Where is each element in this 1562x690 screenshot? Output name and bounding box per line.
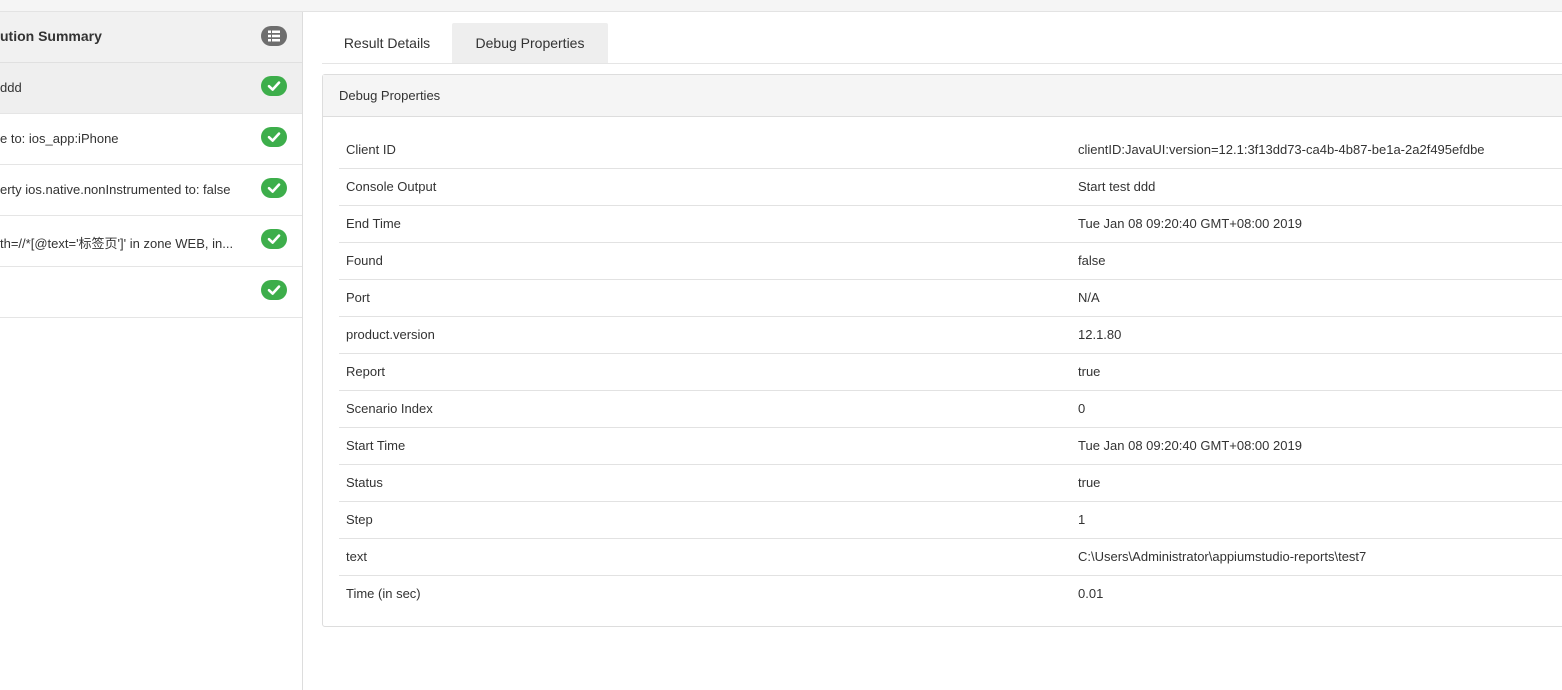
step-label: e to: ios_app:iPhone [0,131,119,146]
property-key: Console Output [339,168,1071,206]
check-icon [261,178,287,198]
property-value: 0 [1071,390,1562,428]
property-value: Tue Jan 08 09:20:40 GMT+08:00 2019 [1071,427,1562,465]
step-label: erty ios.native.nonInstrumented to: fals… [0,182,231,197]
table-row: Start Time Tue Jan 08 09:20:40 GMT+08:00 … [339,427,1562,465]
table-row: Console Output Start test ddd [339,168,1562,206]
property-value: true [1071,464,1562,502]
property-key: Report [339,353,1071,391]
table-row: Scenario Index 0 [339,390,1562,428]
step-item[interactable]: e to: ios_app:iPhone [0,114,302,165]
table-row: Time (in sec) 0.01 [339,575,1562,612]
tab-result-details[interactable]: Result Details [322,23,452,63]
property-key: End Time [339,205,1071,243]
step-item[interactable]: ddd [0,63,302,114]
property-value: 12.1.80 [1071,316,1562,354]
property-value: false [1071,242,1562,280]
tab-bar: Result Details Debug Properties [322,23,1562,64]
property-value: clientID:JavaUI:version=12.1:3f13dd73-ca… [1071,131,1562,169]
table-row: product.version 12.1.80 [339,316,1562,354]
step-label: th=//*[@text='标签页']' in zone WEB, in... [0,236,234,251]
property-key: Port [339,279,1071,317]
property-key: Start Time [339,427,1071,465]
table-row: Client ID clientID:JavaUI:version=12.1:3f… [339,131,1562,169]
table-row: Port N/A [339,279,1562,317]
property-value: Start test ddd [1071,168,1562,206]
main-content: Result Details Debug Properties Debug Pr… [303,12,1562,690]
property-key: text [339,538,1071,576]
check-icon [261,280,287,300]
step-list: ddd e to: ios_app:iPhone erty ios.native… [0,63,302,318]
property-key: Time (in sec) [346,586,421,602]
property-value: Tue Jan 08 09:20:40 GMT+08:00 2019 [1071,205,1562,243]
table-row: Step 1 [339,501,1562,539]
panel-title: Debug Properties [339,88,441,103]
properties-table: Client ID clientID:JavaUI:version=12.1:3f… [339,131,1562,612]
property-key: Scenario Index [339,390,1071,428]
tab-debug-properties[interactable]: Debug Properties [452,23,608,63]
property-key: product.version [339,316,1071,354]
property-key: Client ID [339,131,1071,169]
property-value: 1 [1071,501,1562,539]
table-row: End Time Tue Jan 08 09:20:40 GMT+08:00 20… [339,205,1562,243]
list-icon[interactable] [261,26,287,46]
execution-summary-title: ution Summary [0,28,102,44]
top-bar [0,0,1562,12]
table-row: Report true [339,353,1562,391]
table-row: Found false [339,242,1562,280]
table-row: text C:\Users\Administrator\appiumstudio-… [339,538,1562,576]
debug-properties-panel: Debug Properties Client ID clientID:JavaU… [322,74,1562,627]
step-item[interactable]: erty ios.native.nonInstrumented to: fals… [0,165,302,216]
check-icon [261,76,287,96]
step-label: ddd [0,80,22,95]
property-value: true [1071,353,1562,391]
property-value: 0.01 [1078,586,1104,602]
property-key: Found [339,242,1071,280]
table-row: Status true [339,464,1562,502]
property-value: C:\Users\Administrator\appiumstudio-repo… [1071,538,1562,576]
property-key: Step [339,501,1071,539]
check-icon [261,127,287,147]
step-item[interactable]: th=//*[@text='标签页']' in zone WEB, in... [0,216,302,267]
check-icon [261,229,287,249]
property-key: Status [339,464,1071,502]
execution-sidebar: ution Summary ddd e to: ios_app:iPhone e… [0,12,303,690]
execution-summary-header[interactable]: ution Summary [0,12,302,63]
step-item[interactable] [0,267,302,318]
panel-heading: Debug Properties [323,75,1562,117]
property-value: N/A [1071,279,1562,317]
